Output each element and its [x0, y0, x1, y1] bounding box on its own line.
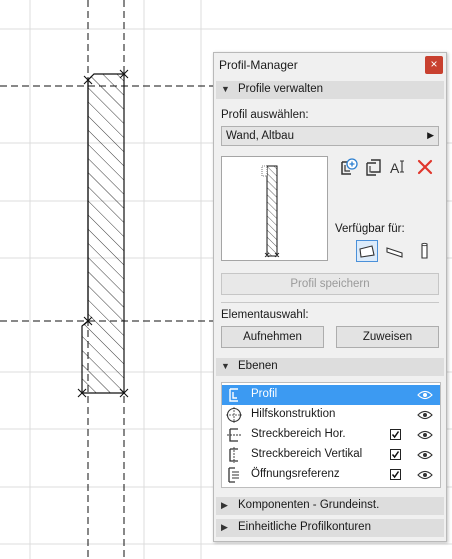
rename-profile-icon: A: [390, 160, 404, 176]
stretch-horizontal-icon: [227, 428, 241, 442]
eye-icon[interactable]: [417, 469, 433, 481]
section-label: Ebenen: [238, 360, 278, 372]
chevron-right-icon: ▶: [221, 500, 228, 510]
layer-hilfskonstruktion[interactable]: Hilfskonstruktion: [222, 405, 440, 425]
layer-streckbereich-vertikal[interactable]: Streckbereich Vertikal: [222, 445, 440, 465]
profile-select[interactable]: Wand, Altbau ▶: [221, 126, 439, 146]
check-icon: [391, 431, 400, 439]
layer-checkbox[interactable]: [390, 469, 401, 480]
layer-profil[interactable]: Profil: [222, 385, 440, 405]
layer-name: Öffnungsreferenz: [251, 468, 340, 480]
layer-checkbox[interactable]: [390, 449, 401, 460]
new-profile-button[interactable]: [337, 156, 359, 178]
eye-icon[interactable]: [417, 389, 433, 401]
column-type-toggle[interactable]: [414, 240, 436, 262]
layer-name: Profil: [251, 388, 278, 400]
profile-layer-icon: [229, 388, 238, 402]
chevron-right-icon: ▶: [427, 130, 434, 140]
column-type-icon: [421, 242, 428, 259]
element-selection-label: Elementauswahl:: [221, 309, 309, 321]
beam-type-icon: [386, 247, 403, 258]
section-profile-manage[interactable]: ▼ Profile verwalten: [216, 81, 444, 99]
rename-profile-button[interactable]: A: [388, 156, 410, 178]
wall-profile[interactable]: [81, 73, 125, 394]
opening-reference-icon: [228, 467, 239, 483]
section-label: Komponenten - Grundeinst.: [238, 499, 380, 511]
beam-type-toggle[interactable]: [384, 240, 406, 262]
assign-button[interactable]: Zuweisen: [336, 326, 439, 348]
layer-streckbereich-hor[interactable]: Streckbereich Hor.: [222, 425, 440, 445]
layer-name: Streckbereich Vertikal: [251, 448, 363, 460]
layer-checkbox[interactable]: [390, 429, 401, 440]
pick-button[interactable]: Aufnehmen: [221, 326, 324, 348]
check-icon: [391, 451, 400, 459]
available-for-label: Verfügbar für:: [335, 223, 405, 235]
wall-type-icon: [359, 245, 375, 258]
delete-profile-button[interactable]: [414, 156, 436, 178]
delete-profile-icon: [417, 159, 433, 175]
close-icon: ×: [430, 57, 438, 71]
profile-manager-palette: Profil-Manager × ▼ Profile verwalten Pro…: [213, 52, 447, 542]
palette-title: Profil-Manager: [219, 58, 298, 72]
chevron-down-icon: ▼: [221, 361, 230, 371]
layer-name: Streckbereich Hor.: [251, 428, 346, 440]
section-components[interactable]: ▶ Komponenten - Grundeinst.: [216, 497, 444, 515]
palette-titlebar[interactable]: Profil-Manager ×: [214, 53, 446, 77]
section-contours[interactable]: ▶ Einheitliche Profilkonturen: [216, 519, 444, 537]
chevron-right-icon: ▶: [221, 522, 228, 532]
select-profile-label: Profil auswählen:: [221, 109, 309, 121]
profile-preview: [221, 156, 328, 261]
eye-icon[interactable]: [417, 449, 433, 461]
chevron-down-icon: ▼: [221, 84, 230, 94]
layer-name: Hilfskonstruktion: [251, 408, 336, 420]
layer-oeffnungsreferenz[interactable]: Öffnungsreferenz: [222, 465, 440, 485]
divider: [221, 302, 439, 303]
duplicate-profile-icon: [366, 159, 381, 176]
layers-list: Profil Hilfskonstruktion Streckbereich H: [221, 382, 441, 488]
section-label: Profile verwalten: [238, 83, 324, 95]
close-button[interactable]: ×: [425, 56, 443, 74]
svg-text:A: A: [390, 160, 400, 176]
duplicate-profile-button[interactable]: [363, 156, 385, 178]
construction-layer-icon: [226, 407, 242, 423]
new-profile-icon: [341, 158, 358, 175]
profile-select-value: Wand, Altbau: [226, 130, 294, 142]
wall-type-toggle[interactable]: [356, 240, 378, 262]
section-layers[interactable]: ▼ Ebenen: [216, 358, 444, 376]
stretch-vertical-icon: [229, 447, 238, 463]
section-label: Einheitliche Profilkonturen: [238, 521, 371, 533]
check-icon: [391, 471, 400, 479]
save-profile-button[interactable]: Profil speichern: [221, 273, 439, 295]
eye-icon[interactable]: [417, 429, 433, 441]
profile-preview-image: [261, 165, 280, 258]
eye-icon[interactable]: [417, 409, 433, 421]
